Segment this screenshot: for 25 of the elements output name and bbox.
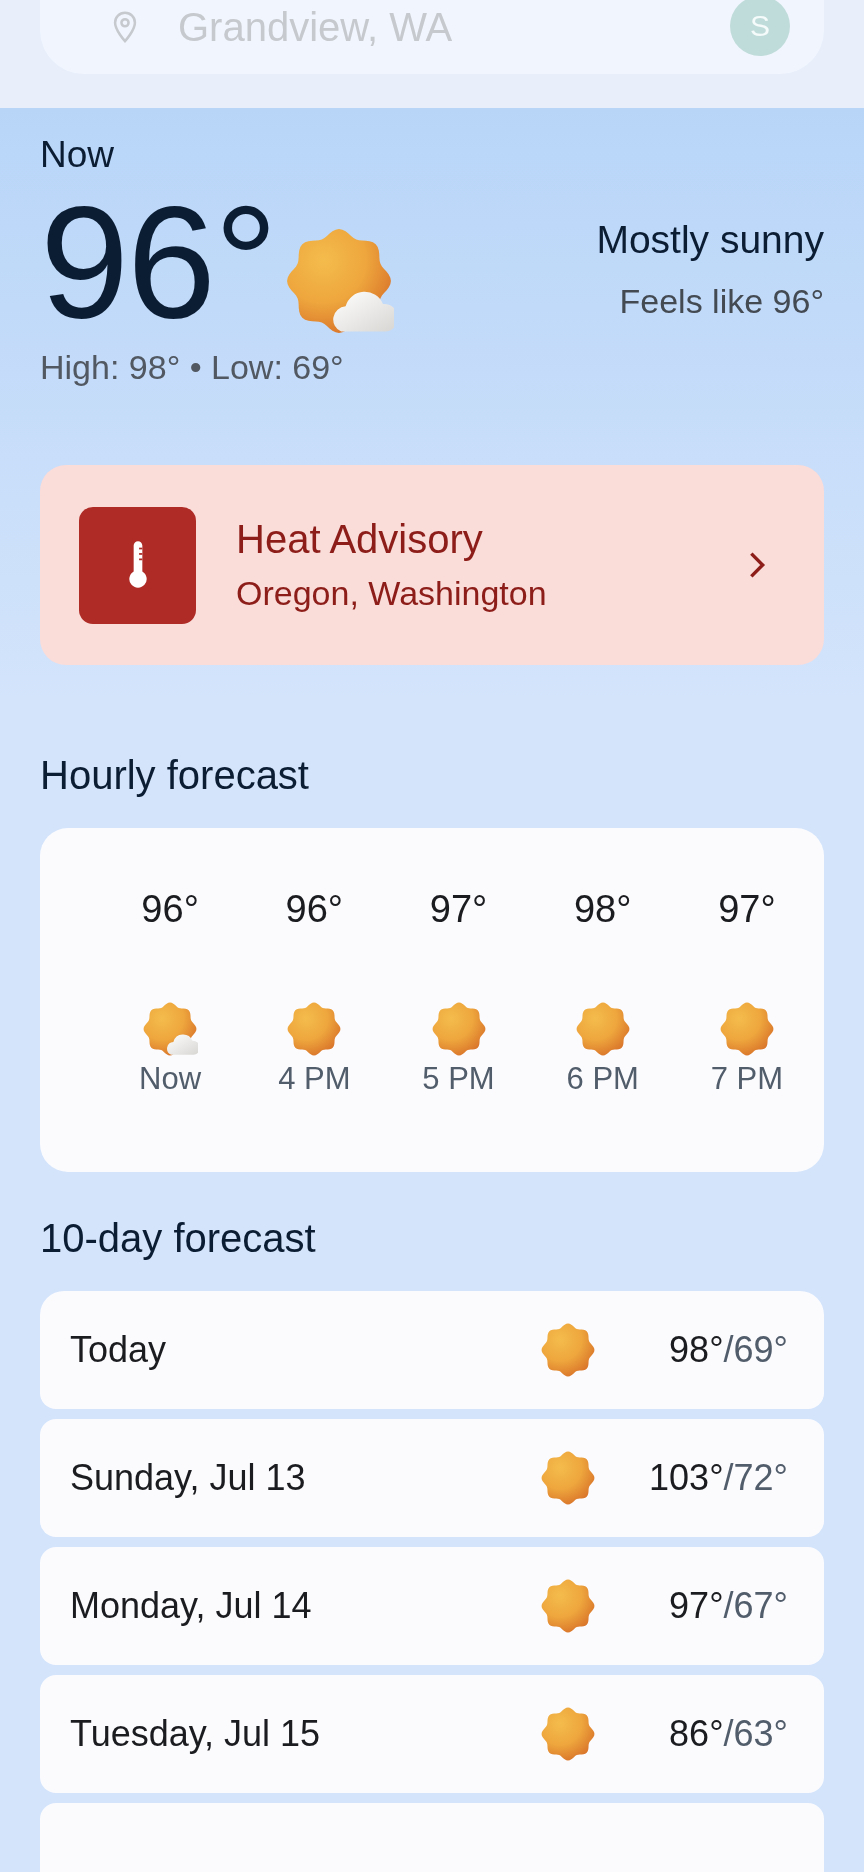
hour-label: 5 PM	[422, 1061, 495, 1097]
daily-forecast-row[interactable]: Tuesday, Jul 15 86°/63°	[40, 1675, 824, 1793]
daily-forecast-row[interactable]: Today 98°/69°	[40, 1291, 824, 1409]
section-title: Hourly forecast	[40, 753, 310, 798]
hourly-temperature: 96°	[141, 888, 199, 931]
section-title: 10-day forecast	[40, 1216, 317, 1261]
hour-label: Now	[139, 1061, 202, 1097]
hour-label: 6 PM	[566, 1061, 639, 1097]
current-temperature: 96°	[40, 182, 276, 342]
daily-forecast-row[interactable]: Sunday, Jul 13 103°/72°	[40, 1419, 824, 1537]
high-low-temperature: High: 98° • Low: 69°	[40, 348, 345, 387]
thermometer-icon	[79, 506, 196, 624]
hour-label: 7 PM	[710, 1061, 784, 1097]
hourly-temperature: 96°	[285, 888, 344, 931]
hourly-temperature: 98°	[573, 888, 632, 931]
alert-regions: Oregon, Washington	[236, 574, 548, 613]
heat-advisory-card[interactable]: Heat Advisory Oregon, Washington	[40, 465, 824, 665]
daily-forecast-row[interactable]: Monday, Jul 14 97°/67°	[40, 1547, 824, 1665]
hourly-temperature: 97°	[429, 888, 488, 931]
hourly-temperature: 97°	[718, 888, 776, 931]
condition-text: Mostly sunny	[596, 218, 824, 262]
feels-like-text: Feels like 96°	[618, 282, 824, 321]
now-label: Now	[40, 134, 116, 176]
hour-label: 4 PM	[278, 1061, 351, 1097]
alert-title: Heat Advisory	[236, 517, 484, 562]
